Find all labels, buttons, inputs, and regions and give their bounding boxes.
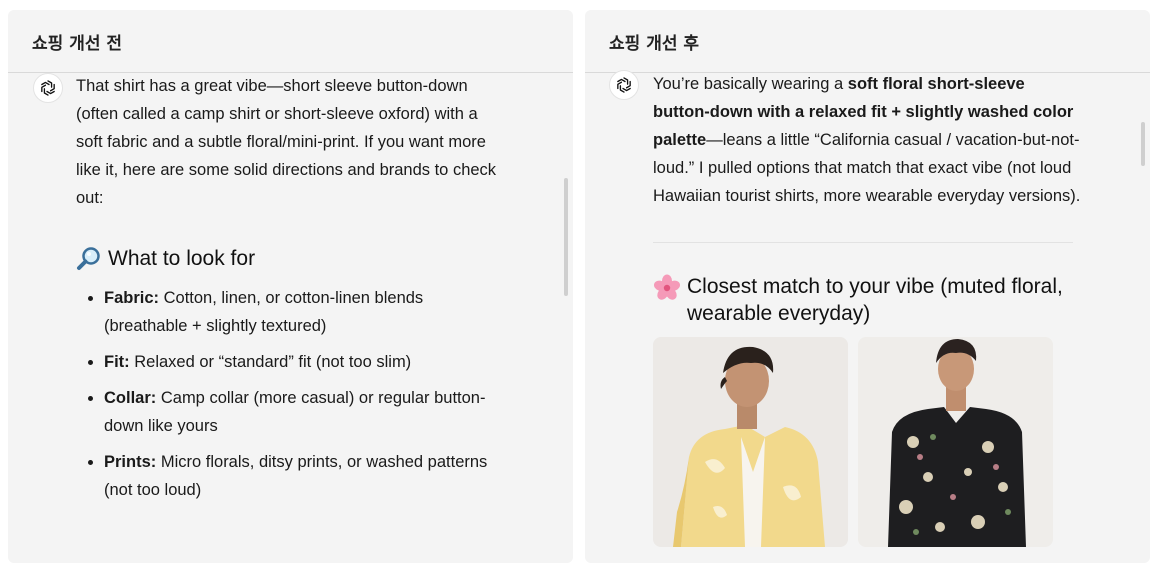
bullet-label: Prints: (104, 453, 157, 471)
black-floral-short-sleeve-shirt-photo (858, 337, 1053, 547)
list-item: Fabric: Cotton, linen, or cotton-linen b… (104, 284, 506, 340)
section-title: Closest match to your vibe (muted floral… (687, 275, 1063, 325)
message-intro: You’re basically wearing a soft floral s… (653, 70, 1083, 210)
product-grid (653, 337, 1083, 547)
list-item: Prints: Micro florals, ditsy prints, or … (104, 448, 506, 504)
yellow-floral-camp-shirt-photo (653, 337, 848, 547)
section-heading: Closest match to your vibe (muted floral… (653, 273, 1083, 327)
list-item: Collar: Camp collar (more casual) or reg… (104, 384, 506, 440)
product-card[interactable] (858, 337, 1053, 547)
after-panel: 쇼핑 개선 후 You’re basically wearing a soft … (585, 10, 1150, 563)
magnifying-glass-icon (76, 246, 102, 272)
intro-text: You’re basically wearing a (653, 75, 848, 93)
bullet-text: Relaxed or “standard” fit (not too slim) (129, 353, 412, 371)
product-card[interactable] (653, 337, 848, 547)
chatgpt-logo-icon (33, 73, 63, 103)
divider (653, 242, 1073, 243)
scrollbar[interactable] (1141, 122, 1145, 166)
bullet-text: Micro florals, ditsy prints, or washed p… (104, 453, 488, 499)
list-item: Fit: Relaxed or “standard” fit (not too … (104, 348, 506, 376)
bullet-label: Fabric: (104, 289, 160, 307)
panel-title: 쇼핑 개선 후 (585, 10, 1150, 73)
bullet-label: Collar: (104, 389, 157, 407)
before-panel: 쇼핑 개선 전 That shirt has a great vibe—shor… (8, 10, 573, 563)
bullet-label: Fit: (104, 353, 130, 371)
message-intro: That shirt has a great vibe—short sleeve… (76, 77, 497, 207)
scrollbar[interactable] (564, 178, 568, 296)
chatgpt-logo-icon (609, 70, 639, 100)
cherry-blossom-icon (653, 274, 681, 302)
intro-text: —leans a little “California casual / vac… (653, 131, 1081, 205)
tips-list: Fabric: Cotton, linen, or cotton-linen b… (76, 284, 506, 504)
section-heading: What to look for (76, 245, 506, 272)
assistant-message: That shirt has a great vibe—short sleeve… (76, 72, 506, 512)
assistant-message: You’re basically wearing a soft floral s… (653, 70, 1083, 547)
bullet-text: Camp collar (more casual) or regular but… (104, 389, 486, 435)
panel-title: 쇼핑 개선 전 (8, 10, 573, 73)
section-title: What to look for (108, 247, 256, 270)
